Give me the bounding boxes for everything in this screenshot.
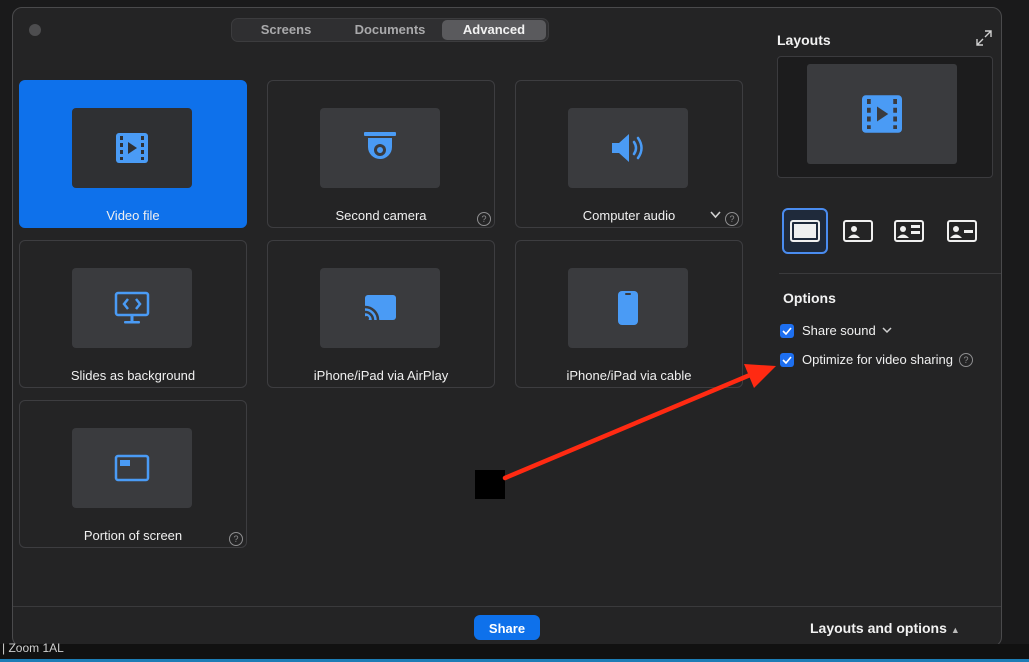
background-window-strip: | Zoom 1AL (0, 641, 1029, 662)
background-window-text: | Zoom 1AL (2, 641, 64, 655)
annotation-arrow-icon (502, 364, 776, 481)
